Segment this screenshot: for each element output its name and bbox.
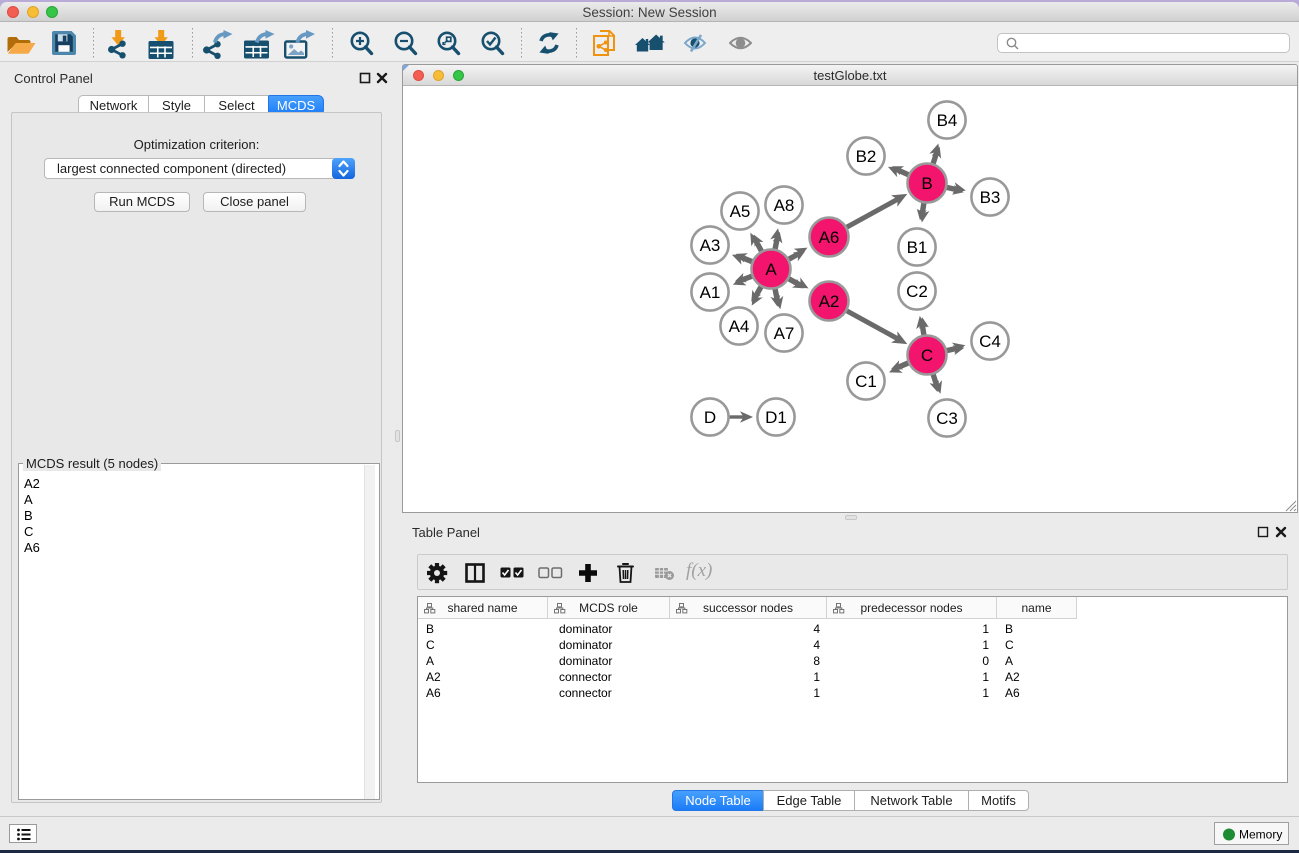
svg-text:C1: C1 <box>855 372 877 391</box>
svg-text:A1: A1 <box>700 283 721 302</box>
svg-text:B1: B1 <box>907 238 928 257</box>
svg-text:C3: C3 <box>936 409 958 428</box>
svg-text:A4: A4 <box>729 317 750 336</box>
svg-text:A6: A6 <box>819 228 840 247</box>
svg-text:A7: A7 <box>774 324 795 343</box>
svg-text:A8: A8 <box>774 196 795 215</box>
svg-text:B4: B4 <box>937 111 958 130</box>
svg-text:B3: B3 <box>980 188 1001 207</box>
svg-text:A3: A3 <box>700 236 721 255</box>
svg-text:C2: C2 <box>906 282 928 301</box>
svg-text:C4: C4 <box>979 332 1001 351</box>
svg-text:Memory: Memory <box>1239 828 1282 842</box>
svg-text:B2: B2 <box>856 147 877 166</box>
svg-text:C: C <box>921 346 933 365</box>
svg-text:D1: D1 <box>765 408 787 427</box>
svg-text:A2: A2 <box>819 292 840 311</box>
svg-text:A: A <box>765 260 777 279</box>
svg-text:B: B <box>921 174 932 193</box>
svg-text:D: D <box>704 408 716 427</box>
svg-text:A5: A5 <box>730 202 751 221</box>
